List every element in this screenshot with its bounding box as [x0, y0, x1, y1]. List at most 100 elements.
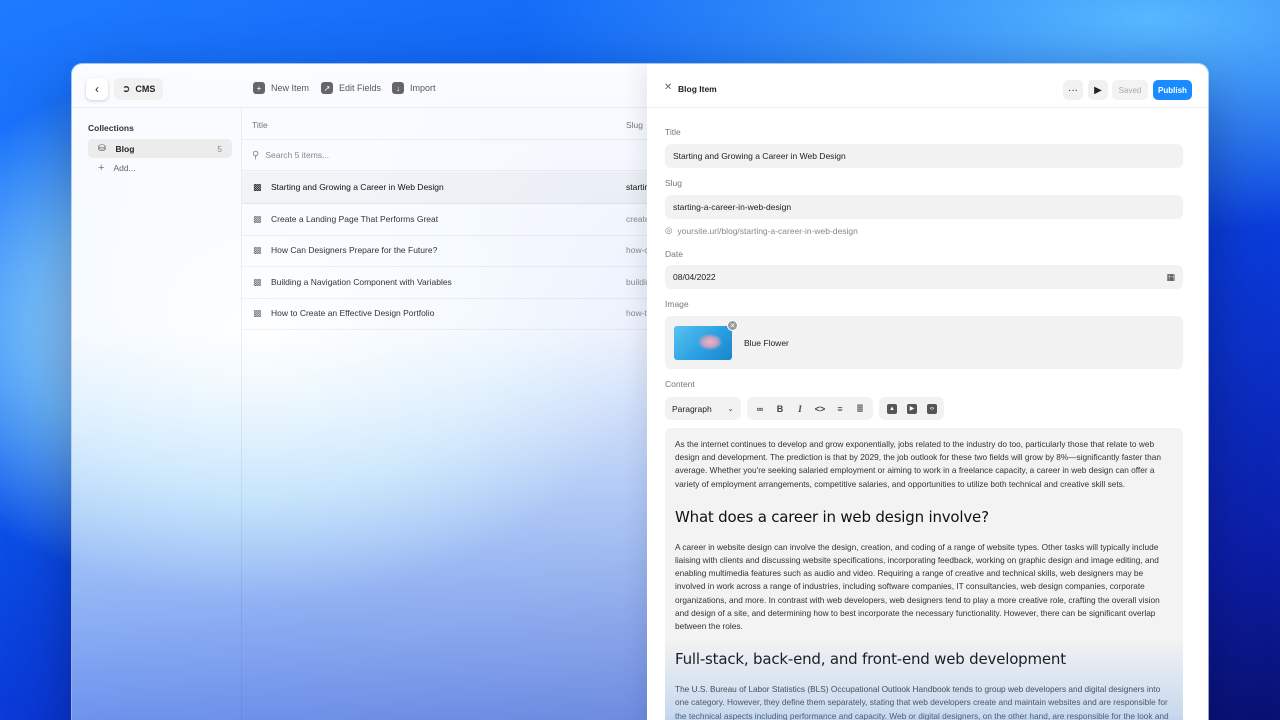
content-heading: What does a career in web design involve…	[675, 507, 989, 526]
image-icon[interactable]: ▲	[882, 397, 902, 420]
url-preview-text: yoursite.url/blog/starting-a-career-in-w…	[677, 225, 858, 236]
plus-icon: +	[98, 162, 105, 174]
cms-window: ‹ ➲ CMS + New Item ↗ Edit Fields ↓ Impor…	[72, 64, 1208, 720]
framer-logo-icon: ➲	[122, 83, 131, 95]
date-label: Date	[665, 249, 683, 259]
code-icon[interactable]: <>	[810, 397, 830, 420]
edit-fields-label: Edit Fields	[339, 83, 382, 93]
saved-button[interactable]: Saved	[1112, 80, 1148, 100]
import-icon: ↓	[392, 82, 404, 94]
item-editor-panel: ✕ Blog Item ··· ▶ Saved Publish Title St…	[647, 64, 1208, 720]
column-header-title[interactable]: Title	[252, 120, 268, 130]
document-icon: ▩	[253, 213, 262, 224]
row-title: How to Create an Effective Design Portfo…	[271, 308, 435, 319]
content-paragraph: The U.S. Bureau of Labor Statistics (BLS…	[675, 684, 1169, 720]
row-title: Create a Landing Page That Performs Grea…	[271, 214, 439, 225]
play-icon: ▶	[1094, 84, 1102, 96]
slug-value: starting-a-career-in-web-design	[673, 202, 792, 212]
image-name: Blue Flower	[744, 338, 789, 348]
back-button[interactable]: ‹	[86, 78, 108, 100]
database-icon: ⛁	[98, 143, 106, 153]
collections-sidebar: Collections ⛁ Blog 5 + Add...	[72, 108, 242, 720]
document-icon: ▩	[253, 244, 262, 255]
row-slug: starting-a-career-in-web-design	[626, 182, 647, 193]
row-title: How Can Designers Prepare for the Future…	[271, 245, 438, 256]
paragraph-select[interactable]: Paragraph ⌄	[665, 397, 741, 420]
collection-pane: ‹ ➲ CMS + New Item ↗ Edit Fields ↓ Impor…	[72, 64, 647, 720]
url-preview: ◎ yoursite.url/blog/starting-a-career-in…	[665, 225, 858, 236]
plus-icon: +	[253, 82, 265, 94]
cms-label: CMS	[135, 84, 156, 94]
globe-icon: ◎	[665, 225, 673, 235]
ellipsis-icon: ···	[1068, 84, 1078, 96]
cms-toolbar: ‹ ➲ CMS + New Item ↗ Edit Fields ↓ Impor…	[72, 64, 647, 108]
add-collection-button[interactable]: + Add...	[98, 162, 136, 174]
table-row[interactable]: ▩ How to Create an Effective Design Port…	[242, 298, 647, 330]
collection-count: 5	[217, 143, 222, 154]
new-item-button[interactable]: + New Item	[253, 82, 309, 94]
editor-header: ✕ Blog Item ··· ▶ Saved Publish	[647, 64, 1208, 108]
import-button[interactable]: ↓ Import	[392, 82, 436, 94]
new-item-label: New Item	[271, 83, 310, 93]
collections-heading: Collections	[88, 123, 134, 133]
calendar-icon[interactable]: ▦	[1166, 272, 1175, 283]
slug-field[interactable]: starting-a-career-in-web-design	[665, 195, 1183, 219]
import-label: Import	[410, 83, 436, 93]
embed-icon[interactable]: ‹›	[922, 397, 942, 420]
bullet-list-icon[interactable]: ≡	[830, 397, 850, 420]
document-icon: ▩	[253, 181, 262, 192]
table-row[interactable]: ▩ Starting and Growing a Career in Web D…	[242, 172, 647, 204]
cms-menu-button[interactable]: ➲ CMS	[114, 78, 164, 100]
close-icon[interactable]: ✕	[664, 82, 672, 93]
title-label: Title	[665, 127, 681, 137]
editor-title: Blog Item	[678, 84, 717, 94]
chevron-left-icon: ‹	[95, 82, 99, 96]
title-field[interactable]: Starting and Growing a Career in Web Des…	[665, 144, 1183, 168]
chevron-down-icon: ⌄	[727, 404, 734, 413]
content-paragraph: As the internet continues to develop and…	[675, 439, 1161, 489]
row-title: Starting and Growing a Career in Web Des…	[271, 182, 444, 193]
image-label: Image	[665, 299, 689, 309]
row-slug: building-a-navigation-component	[626, 277, 647, 288]
edit-fields-button[interactable]: ↗ Edit Fields	[321, 82, 381, 94]
document-icon: ▩	[253, 307, 262, 318]
numbered-list-icon[interactable]: ≣	[850, 397, 870, 420]
search-icon: ⚲	[252, 149, 260, 161]
sidebar-item-blog[interactable]: ⛁ Blog 5	[88, 139, 232, 158]
add-label: Add...	[113, 163, 136, 173]
table-row[interactable]: ▩ Create a Landing Page That Performs Gr…	[242, 204, 647, 236]
table-row[interactable]: ▩ How Can Designers Prepare for the Futu…	[242, 235, 647, 267]
row-slug: create-a-landing-page	[626, 214, 647, 225]
row-slug: how-to-create-a-portfolio	[626, 308, 647, 319]
video-icon[interactable]: ▶	[902, 397, 922, 420]
paragraph-select-value: Paragraph	[672, 403, 712, 414]
document-icon: ▩	[253, 276, 262, 287]
bold-icon[interactable]: B	[770, 397, 790, 420]
content-heading: Full-stack, back-end, and front-end web …	[675, 650, 1066, 669]
more-options-button[interactable]: ···	[1063, 80, 1083, 100]
publish-button[interactable]: Publish	[1153, 80, 1192, 100]
format-group: ∞ B I <> ≡ ≣	[747, 397, 873, 420]
slug-label: Slug	[665, 178, 683, 188]
content-paragraph: A career in website design can involve t…	[675, 541, 1160, 632]
title-value: Starting and Growing a Career in Web Des…	[673, 151, 846, 161]
collection-label: Blog	[115, 143, 135, 154]
preview-button[interactable]: ▶	[1088, 80, 1108, 100]
date-value: 08/04/2022	[673, 272, 716, 282]
date-field[interactable]: 08/04/2022 ▦	[665, 265, 1183, 289]
table-row[interactable]: ▩ Building a Navigation Component with V…	[242, 267, 647, 299]
link-icon[interactable]: ∞	[750, 397, 770, 420]
content-editor[interactable]: As the internet continues to develop and…	[665, 428, 1183, 720]
remove-image-icon[interactable]: ✕	[727, 320, 738, 331]
italic-icon[interactable]: I	[790, 397, 810, 420]
search-input[interactable]: ⚲ Search 5 items...	[242, 139, 647, 171]
image-thumbnail[interactable]	[674, 326, 732, 360]
row-title: Building a Navigation Component with Var…	[271, 277, 452, 288]
row-slug: how-can-designers-prepare	[626, 245, 647, 256]
search-placeholder: Search 5 items...	[265, 150, 330, 160]
media-group: ▲ ▶ ‹›	[879, 397, 944, 420]
image-field[interactable]: ✕ Blue Flower	[665, 316, 1183, 369]
arrow-up-right-icon: ↗	[321, 82, 333, 94]
column-header-slug[interactable]: Slug	[626, 120, 643, 130]
items-table: Title Slug ⚲ Search 5 items... ▩ Startin…	[242, 108, 647, 720]
